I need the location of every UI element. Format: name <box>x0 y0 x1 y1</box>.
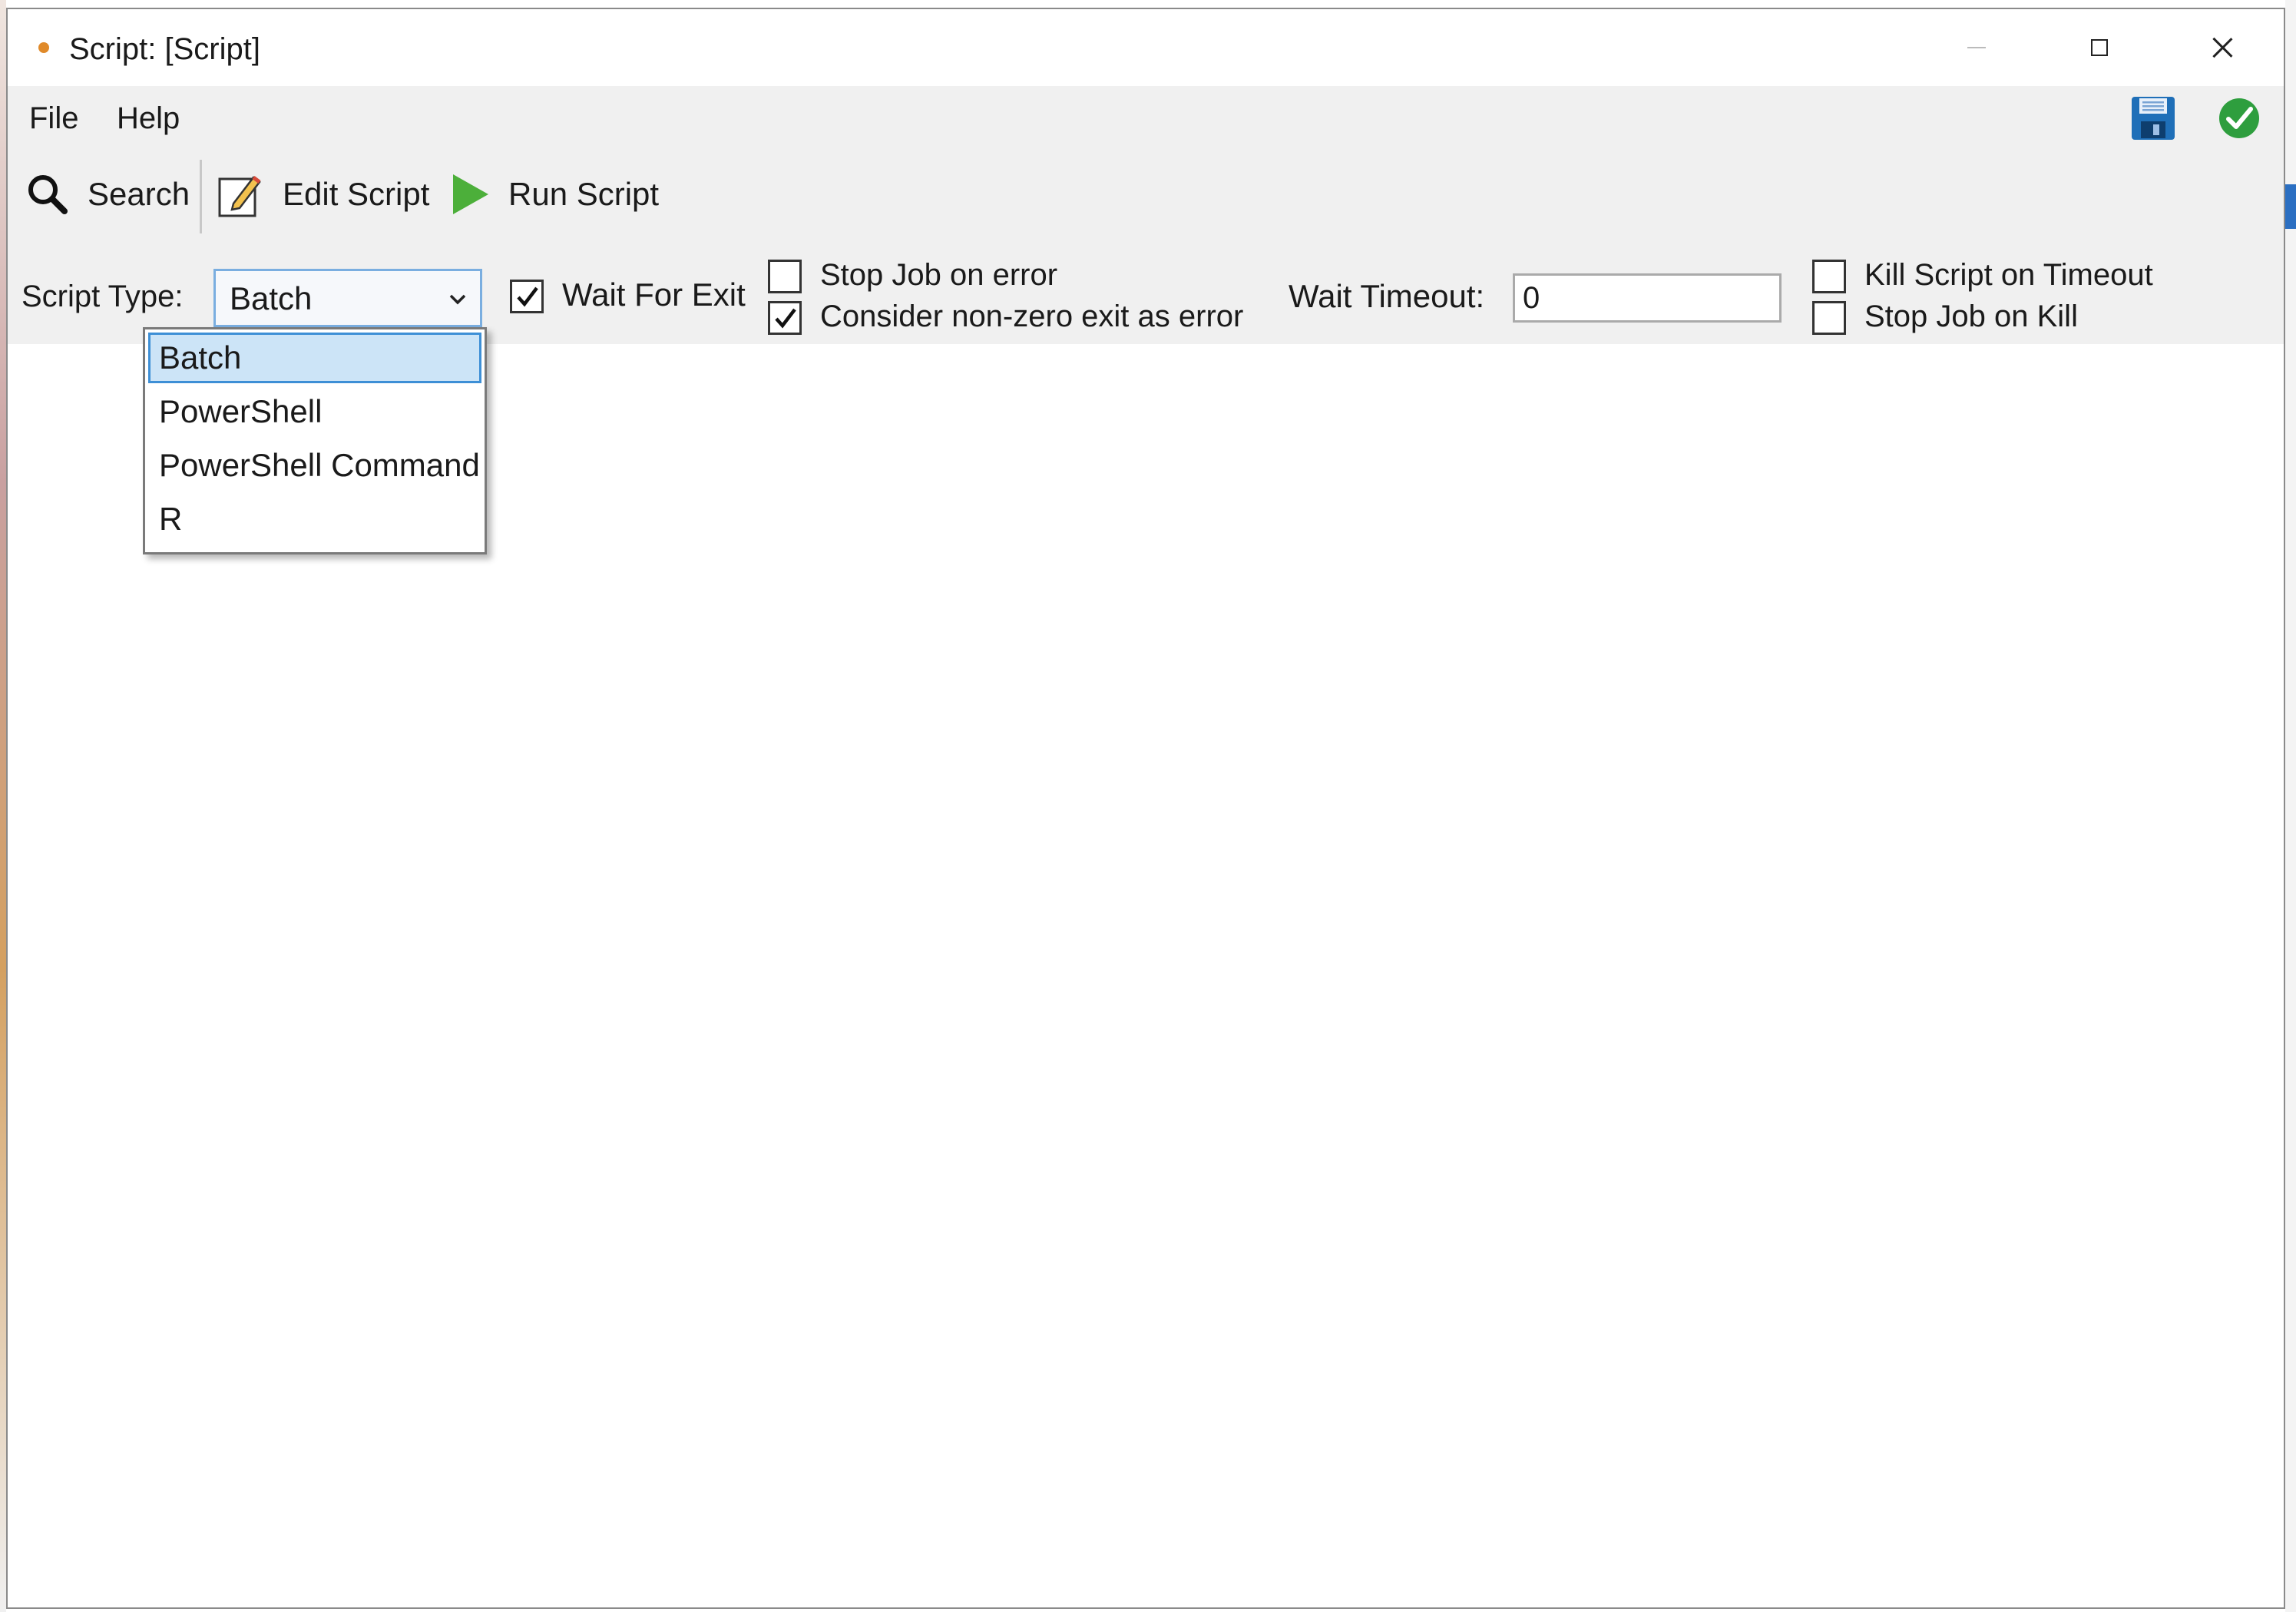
desktop-accent <box>2285 184 2296 229</box>
desktop-background-left <box>0 0 6 1612</box>
consider-nonzero-exit-checkbox[interactable] <box>768 301 802 335</box>
menu-bar: File Help <box>8 86 2284 147</box>
maximize-button[interactable] <box>2038 9 2161 86</box>
script-window: Script: [Script] File Help Search Edit S… <box>6 8 2285 1609</box>
stop-job-on-error-label: Stop Job on error <box>820 258 1058 292</box>
edit-script-label: Edit Script <box>283 176 430 212</box>
wait-for-exit-label: Wait For Exit <box>562 276 746 313</box>
checkmark-icon[interactable] <box>2216 95 2262 141</box>
kill-script-on-timeout-label: Kill Script on Timeout <box>1864 258 2153 292</box>
toolbar-separator <box>200 160 202 233</box>
script-type-dropdown: Batch PowerShell PowerShell Command R <box>143 327 487 554</box>
window-title: Script: [Script] <box>69 32 260 66</box>
dropdown-option-batch[interactable]: Batch <box>148 333 481 383</box>
script-type-combobox[interactable]: Batch <box>213 269 482 327</box>
search-label: Search <box>88 176 190 212</box>
wait-timeout-label: Wait Timeout: <box>1289 278 1485 314</box>
run-script-label: Run Script <box>508 176 660 212</box>
dropdown-option-r[interactable]: R <box>148 494 481 545</box>
script-type-value: Batch <box>230 280 313 316</box>
consider-nonzero-exit-label: Consider non-zero exit as error <box>820 300 1244 333</box>
stop-job-on-kill-label: Stop Job on Kill <box>1864 300 2078 333</box>
title-bar[interactable]: Script: [Script] <box>8 9 2284 86</box>
kill-script-on-timeout-checkbox[interactable] <box>1812 260 1846 293</box>
edit-script-icon <box>218 176 261 217</box>
wait-timeout-input[interactable] <box>1513 273 1782 323</box>
wait-for-exit-checkbox[interactable] <box>510 280 544 313</box>
save-icon[interactable] <box>2130 95 2176 141</box>
dropdown-option-powershell-command[interactable]: PowerShell Command <box>148 440 481 491</box>
close-icon <box>2212 38 2232 58</box>
search-button[interactable]: Search <box>25 167 190 221</box>
edit-script-button[interactable]: Edit Script <box>217 167 429 221</box>
window-chrome: File Help Search Edit Script Run Script … <box>8 86 2284 344</box>
close-button[interactable] <box>2161 9 2284 86</box>
menu-help[interactable]: Help <box>112 100 184 137</box>
toolbar: Search Edit Script Run Script <box>8 154 2284 238</box>
run-script-button[interactable]: Run Script <box>450 167 659 221</box>
maximize-icon <box>2091 39 2108 56</box>
script-type-label: Script Type: <box>22 280 184 313</box>
stop-job-on-kill-checkbox[interactable] <box>1812 301 1846 335</box>
menu-file[interactable]: File <box>25 100 83 137</box>
search-icon <box>28 175 68 214</box>
stop-job-on-error-checkbox[interactable] <box>768 260 802 293</box>
app-icon <box>38 42 49 53</box>
dropdown-option-powershell[interactable]: PowerShell <box>148 386 481 437</box>
chevron-down-icon <box>449 294 466 305</box>
desktop-background-right <box>2285 0 2296 1612</box>
play-icon <box>453 174 488 214</box>
minimize-button[interactable] <box>1915 9 2038 86</box>
minimize-icon <box>1967 47 1986 48</box>
